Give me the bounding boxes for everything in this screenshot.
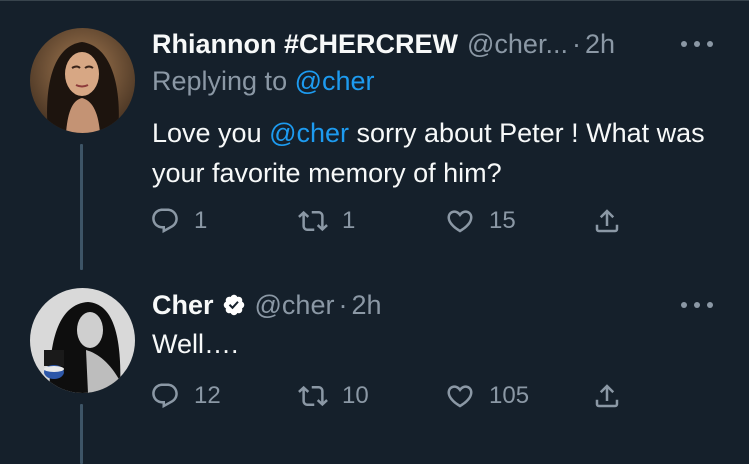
tweet-main[interactable]: Cher @cher · 2h Well…. 12 10 105: [0, 262, 749, 464]
user-handle[interactable]: @cher: [255, 289, 335, 321]
thread-connector: [80, 404, 83, 464]
mention-link[interactable]: @cher: [295, 66, 375, 96]
reply-button[interactable]: 1: [150, 204, 207, 238]
share-button[interactable]: [592, 379, 622, 413]
retweet-button[interactable]: 1: [298, 204, 355, 238]
tweet-header: Cher @cher · 2h: [152, 289, 649, 321]
retweet-count: 10: [342, 382, 369, 409]
tweet-text: Well….: [152, 329, 239, 359]
like-button[interactable]: 15: [445, 204, 516, 238]
mention-link[interactable]: @cher: [269, 118, 349, 148]
retweet-icon: [298, 385, 328, 407]
like-icon: [447, 385, 473, 408]
like-button[interactable]: 105: [445, 379, 529, 413]
retweet-icon: [298, 210, 328, 232]
reply-count: 12: [194, 382, 221, 409]
more-icon[interactable]: [681, 295, 713, 315]
display-name[interactable]: Cher: [152, 289, 214, 321]
tweet-header: Rhiannon #CHERCREW @cher... · 2h: [152, 28, 649, 60]
like-count: 15: [489, 207, 516, 234]
timestamp[interactable]: 2h: [585, 28, 615, 60]
display-name[interactable]: Rhiannon #CHERCREW: [152, 28, 458, 60]
more-icon[interactable]: [681, 34, 713, 54]
tweet-text: Love you @cher sorry about Peter ! What …: [152, 113, 722, 193]
retweet-count: 1: [342, 207, 356, 234]
retweet-button[interactable]: 10: [298, 379, 369, 413]
user-handle[interactable]: @cher...: [467, 28, 568, 60]
reply-icon: [152, 383, 178, 409]
replying-to-label: Replying to: [152, 66, 288, 96]
action-bar: 1 1 15: [150, 204, 650, 238]
like-count: 105: [489, 382, 530, 409]
share-icon: [595, 209, 619, 233]
timestamp[interactable]: 2h: [351, 289, 381, 321]
verified-badge-icon: [223, 294, 244, 316]
action-bar: 12 10 105: [150, 379, 650, 413]
thread-connector: [80, 144, 83, 270]
separator-dot: ·: [338, 290, 348, 320]
share-button[interactable]: [592, 204, 622, 238]
tweet-text-part: Love you: [152, 118, 270, 148]
share-icon: [595, 384, 619, 408]
replying-to: Replying to @cher: [152, 66, 375, 97]
reply-button[interactable]: 12: [150, 379, 221, 413]
avatar[interactable]: [30, 28, 135, 133]
avatar[interactable]: [30, 288, 135, 393]
reply-icon: [152, 208, 178, 234]
like-icon: [447, 210, 473, 233]
reply-count: 1: [194, 207, 208, 234]
tweet-reply[interactable]: Rhiannon #CHERCREW @cher... · 2h Replyin…: [0, 0, 749, 270]
separator-dot: ·: [571, 29, 581, 59]
